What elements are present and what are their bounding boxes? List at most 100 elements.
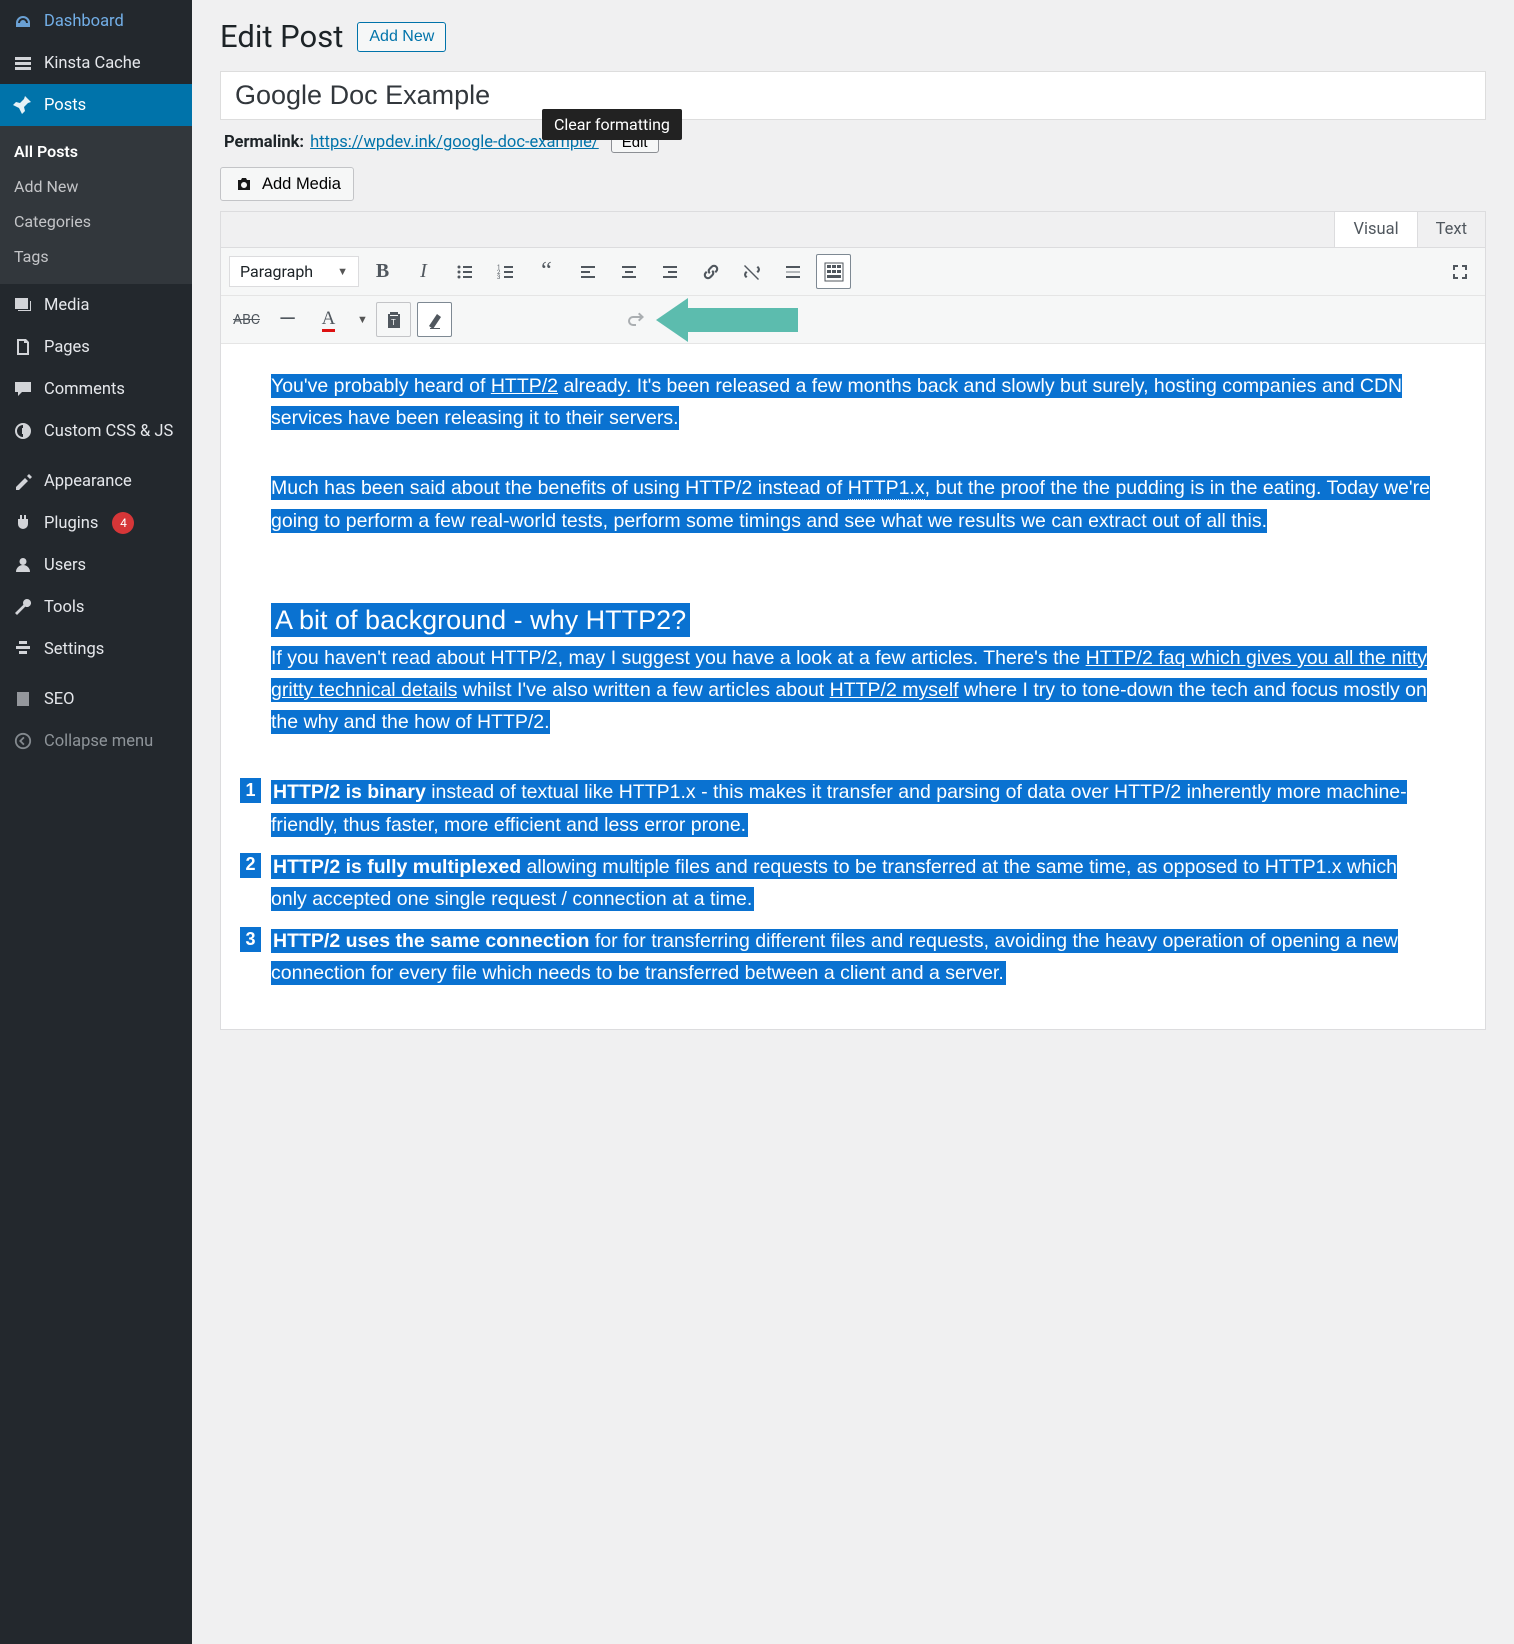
text-color-button[interactable]: A bbox=[311, 302, 346, 337]
fullscreen-button[interactable] bbox=[1442, 254, 1477, 289]
admin-sidebar: Dashboard Kinsta Cache Posts All Posts A… bbox=[0, 0, 192, 1644]
add-media-button[interactable]: Add Media bbox=[220, 167, 354, 201]
submenu-all-posts[interactable]: All Posts bbox=[0, 134, 192, 169]
editor-content[interactable]: You've probably heard of HTTP/2 already.… bbox=[221, 344, 1485, 1029]
content-text: instead of textual like HTTP1.x - this m… bbox=[271, 781, 1407, 835]
paste-text-button[interactable]: T bbox=[376, 302, 411, 337]
format-select[interactable]: Paragraph ▼ bbox=[229, 256, 359, 287]
collapse-icon bbox=[12, 730, 34, 752]
sidebar-label: Users bbox=[44, 556, 86, 575]
unlink-button[interactable] bbox=[734, 254, 769, 289]
sidebar-item-media[interactable]: Media bbox=[0, 284, 192, 326]
cache-icon bbox=[12, 52, 34, 74]
plugins-update-badge: 4 bbox=[112, 512, 134, 534]
tab-text[interactable]: Text bbox=[1417, 212, 1485, 247]
editor-tabs: Visual Text bbox=[221, 212, 1485, 248]
tools-icon bbox=[12, 596, 34, 618]
sidebar-item-users[interactable]: Users bbox=[0, 544, 192, 586]
plugins-icon bbox=[12, 512, 34, 534]
strikethrough-button[interactable]: ABC bbox=[229, 302, 264, 337]
permalink-label: Permalink: bbox=[224, 133, 304, 152]
sidebar-label: Tools bbox=[44, 598, 84, 617]
list-item: HTTP/2 uses the same connection for for … bbox=[240, 925, 1435, 989]
sidebar-collapse[interactable]: Collapse menu bbox=[0, 720, 192, 762]
pages-icon bbox=[12, 336, 34, 358]
redo-button[interactable] bbox=[618, 302, 653, 337]
toolbar-toggle-button[interactable] bbox=[816, 254, 851, 289]
settings-icon bbox=[12, 638, 34, 660]
svg-text:T: T bbox=[391, 318, 396, 327]
content-heading: A bit of background - why HTTP2? bbox=[271, 603, 690, 637]
page-title: Edit Post bbox=[220, 18, 343, 55]
content-link-myself[interactable]: HTTP/2 myself bbox=[830, 679, 959, 701]
permalink-base[interactable]: https://wpdev.ink/ bbox=[310, 133, 443, 152]
align-center-button[interactable] bbox=[611, 254, 646, 289]
sidebar-item-kinsta-cache[interactable]: Kinsta Cache bbox=[0, 42, 192, 84]
horizontal-rule-button[interactable]: — bbox=[270, 302, 305, 337]
sidebar-label: Pages bbox=[44, 338, 90, 357]
sidebar-item-settings[interactable]: Settings bbox=[0, 628, 192, 670]
sidebar-item-comments[interactable]: Comments bbox=[0, 368, 192, 410]
pin-icon bbox=[12, 94, 34, 116]
content-text: Much has been said about the benefits of… bbox=[271, 476, 848, 500]
sidebar-label: Custom CSS & JS bbox=[44, 422, 173, 441]
numbered-list-button[interactable]: 123 bbox=[488, 254, 523, 289]
sidebar-item-dashboard[interactable]: Dashboard bbox=[0, 0, 192, 42]
tab-visual[interactable]: Visual bbox=[1334, 212, 1416, 247]
format-value: Paragraph bbox=[240, 262, 313, 281]
appearance-icon bbox=[12, 470, 34, 492]
sidebar-label: Plugins bbox=[44, 514, 98, 533]
italic-button[interactable]: I bbox=[406, 254, 441, 289]
link-button[interactable] bbox=[693, 254, 728, 289]
sidebar-item-tools[interactable]: Tools bbox=[0, 586, 192, 628]
text-color-dropdown[interactable]: ▼ bbox=[352, 302, 370, 337]
sidebar-item-plugins[interactable]: Plugins 4 bbox=[0, 502, 192, 544]
content-link-http1x[interactable]: HTTP1.x bbox=[848, 477, 925, 500]
bold-button[interactable]: B bbox=[365, 254, 400, 289]
align-right-button[interactable] bbox=[652, 254, 687, 289]
sidebar-label: Media bbox=[44, 296, 89, 315]
sidebar-item-posts[interactable]: Posts bbox=[0, 84, 192, 126]
sidebar-item-appearance[interactable]: Appearance bbox=[0, 460, 192, 502]
users-icon bbox=[12, 554, 34, 576]
camera-icon bbox=[233, 173, 255, 195]
sidebar-item-seo[interactable]: SEO bbox=[0, 678, 192, 720]
chevron-down-icon: ▼ bbox=[337, 265, 348, 278]
content-bold: HTTP/2 is binary bbox=[273, 781, 426, 803]
align-left-button[interactable] bbox=[570, 254, 605, 289]
content-bold: HTTP/2 uses the same connection bbox=[273, 930, 589, 952]
tooltip-clear-formatting: Clear formatting bbox=[542, 109, 682, 140]
content-text: whilst I've also written a few articles … bbox=[457, 678, 829, 702]
sidebar-label: Appearance bbox=[44, 472, 132, 491]
sidebar-label: Collapse menu bbox=[44, 732, 153, 751]
content-bold: HTTP/2 is fully multiplexed bbox=[273, 856, 521, 878]
sidebar-submenu-posts: All Posts Add New Categories Tags bbox=[0, 126, 192, 284]
sidebar-label: Kinsta Cache bbox=[44, 54, 141, 73]
list-item: HTTP/2 is binary instead of textual like… bbox=[240, 776, 1435, 840]
read-more-button[interactable] bbox=[775, 254, 810, 289]
clear-formatting-button[interactable] bbox=[417, 302, 452, 337]
submenu-add-new[interactable]: Add New bbox=[0, 169, 192, 204]
css-icon bbox=[12, 420, 34, 442]
sidebar-label: Posts bbox=[44, 96, 86, 115]
sidebar-label: Dashboard bbox=[44, 12, 124, 31]
submenu-categories[interactable]: Categories bbox=[0, 204, 192, 239]
main-content: Edit Post Add New Permalink: https://wpd… bbox=[192, 0, 1514, 1644]
content-text: If you haven't read about HTTP/2, may I … bbox=[271, 646, 1086, 670]
sidebar-item-pages[interactable]: Pages bbox=[0, 326, 192, 368]
post-title-input[interactable] bbox=[220, 71, 1486, 120]
sidebar-item-custom-css-js[interactable]: Custom CSS & JS bbox=[0, 410, 192, 452]
add-media-label: Add Media bbox=[262, 175, 341, 194]
bullet-list-button[interactable] bbox=[447, 254, 482, 289]
sidebar-label: SEO bbox=[44, 690, 75, 709]
blockquote-button[interactable]: “ bbox=[529, 254, 564, 289]
submenu-tags[interactable]: Tags bbox=[0, 239, 192, 274]
svg-text:3: 3 bbox=[497, 274, 500, 281]
add-new-button[interactable]: Add New bbox=[357, 22, 446, 52]
permalink-row: Permalink: https://wpdev.ink/google-doc-… bbox=[220, 120, 1486, 167]
content-link-http2[interactable]: HTTP/2 bbox=[491, 375, 558, 397]
media-icon bbox=[12, 294, 34, 316]
editor-toolbar: Paragraph ▼ B I 123 “ bbox=[221, 248, 1485, 344]
list-item: HTTP/2 is fully multiplexed allowing mul… bbox=[240, 851, 1435, 915]
sidebar-label: Settings bbox=[44, 640, 104, 659]
